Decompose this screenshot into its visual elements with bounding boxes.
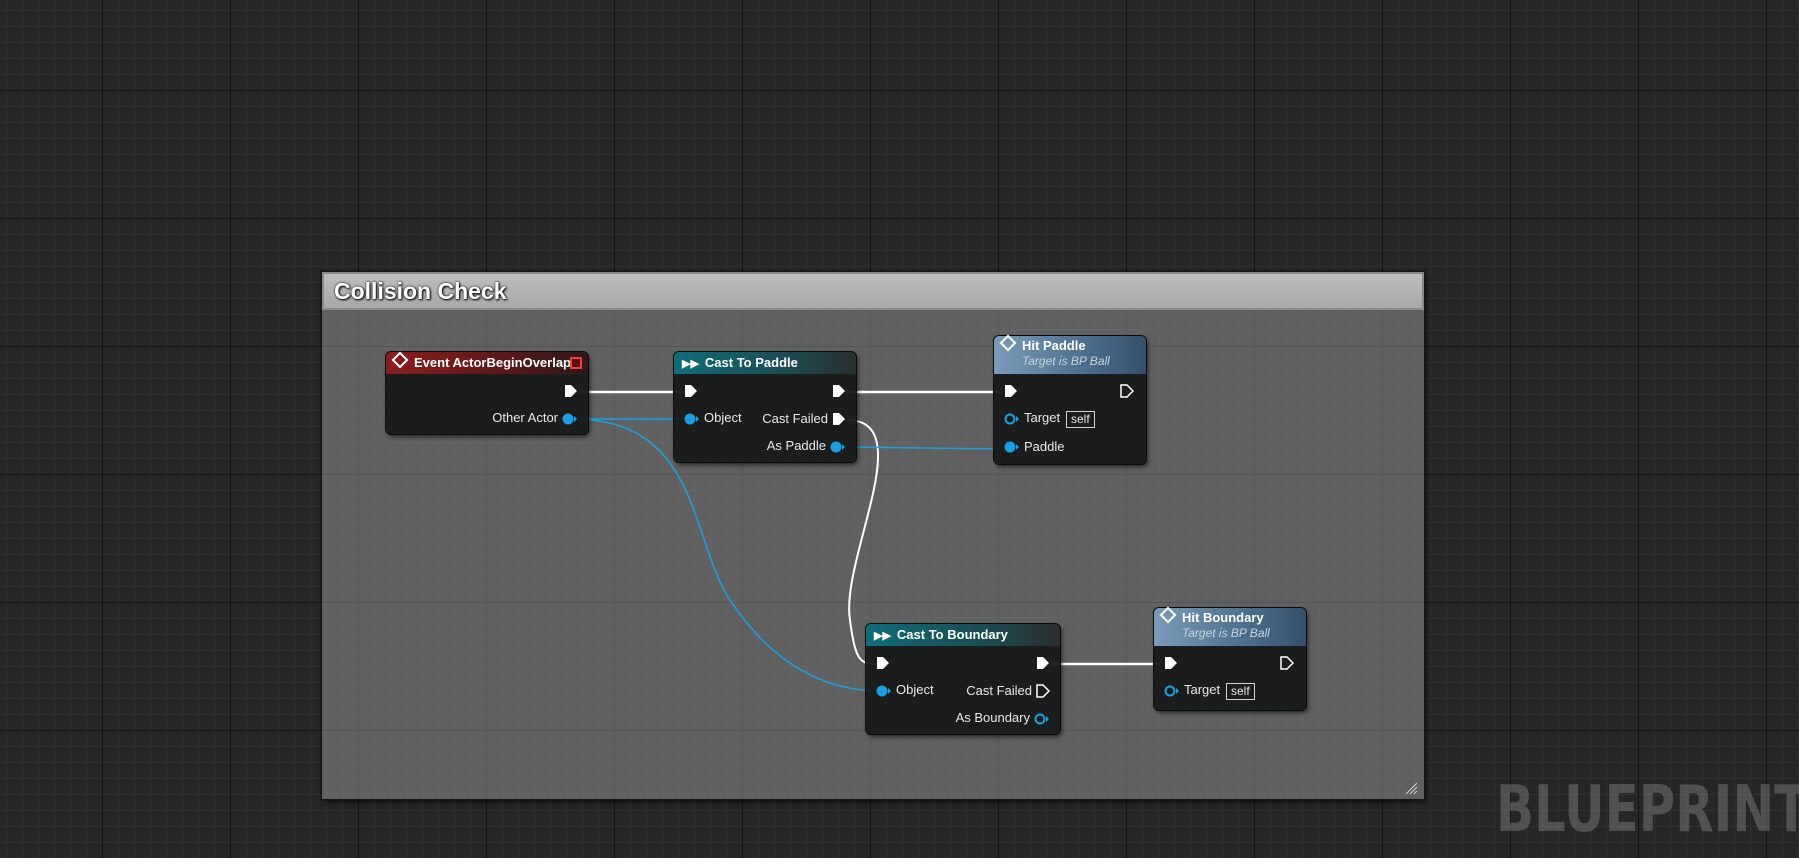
target-in-pin-icon[interactable] (1004, 412, 1020, 426)
node-title: Hit Paddle (1022, 338, 1086, 353)
exec-in-pin-icon[interactable] (1004, 384, 1018, 398)
node-header: Event ActorBeginOverlap (386, 351, 588, 374)
pin-label-paddle: Paddle (1024, 439, 1065, 454)
target-in-pin-icon[interactable] (1164, 684, 1180, 698)
exec-out-pin-icon[interactable] (1036, 656, 1050, 670)
exec-in-pin-icon[interactable] (876, 656, 890, 670)
node-title: Cast To Boundary (896, 627, 1008, 642)
cast-icon: ▶▶ (682, 358, 699, 370)
object-in-pin-icon[interactable] (1004, 440, 1020, 454)
object-in-pin-icon[interactable] (876, 684, 892, 698)
object-wire-as-paddle-to-paddle (842, 446, 1007, 450)
pin-label-cast-failed: Cast Failed (762, 411, 828, 426)
exec-cast-failed-pin-icon[interactable] (832, 412, 846, 426)
exec-out-pin-icon[interactable] (564, 384, 578, 398)
blueprint-watermark: BLUEPRINT (1496, 773, 1799, 847)
pin-label-object: Object (704, 410, 742, 425)
exec-in-pin-icon[interactable] (1164, 656, 1178, 670)
function-icon (1159, 606, 1177, 624)
node-title: Event ActorBeginOverlap (414, 355, 572, 370)
exec-out-pin-icon[interactable] (832, 384, 846, 398)
node-title: Hit Boundary (1182, 610, 1264, 625)
pin-label-cast-failed: Cast Failed (966, 683, 1032, 698)
target-default-value[interactable]: self (1066, 411, 1095, 428)
exec-out-pin-icon[interactable] (1120, 384, 1134, 398)
node-header: Hit Paddle Target is BP Ball (994, 334, 1146, 374)
event-icon (391, 351, 409, 369)
exec-in-pin-icon[interactable] (684, 384, 698, 398)
object-out-pin-icon[interactable] (1034, 712, 1050, 726)
node-hit-boundary[interactable]: Hit Boundary Target is BP Ball Target se… (1154, 606, 1306, 710)
pin-label-target: Target (1024, 410, 1061, 425)
node-subtitle: Target is BP Ball (1182, 626, 1270, 640)
node-hit-paddle[interactable]: Hit Paddle Target is BP Ball Target self… (994, 334, 1146, 464)
node-subtitle: Target is BP Ball (1022, 354, 1110, 368)
node-header: ▶▶ Cast To Boundary (866, 624, 1060, 646)
node-header: ▶▶ Cast To Paddle (674, 352, 856, 374)
node-cast-to-boundary[interactable]: ▶▶ Cast To Boundary Object Cast Failed As… (866, 624, 1060, 734)
cast-icon: ▶▶ (874, 630, 891, 642)
exec-out-pin-icon[interactable] (1280, 656, 1294, 670)
object-in-pin-icon[interactable] (684, 412, 700, 426)
object-out-pin-icon[interactable] (562, 412, 578, 426)
pin-label-as-boundary: As Boundary (955, 710, 1030, 725)
function-icon (999, 334, 1017, 352)
pin-label-other-actor: Other Actor (492, 410, 558, 425)
node-event-actor-begin-overlap[interactable]: Event ActorBeginOverlap Other Actor (386, 351, 588, 434)
target-default-value[interactable]: self (1226, 683, 1255, 700)
node-header: Hit Boundary Target is BP Ball (1154, 606, 1306, 646)
pin-label-object: Object (896, 682, 934, 697)
object-out-pin-icon[interactable] (830, 440, 846, 454)
pin-label-target: Target (1184, 682, 1221, 697)
pin-label-as-paddle: As Paddle (766, 438, 826, 453)
delegate-pin-icon[interactable] (570, 357, 582, 369)
node-cast-to-paddle[interactable]: ▶▶ Cast To Paddle Object Cast Failed As P… (674, 352, 856, 462)
node-title: Cast To Paddle (704, 355, 798, 370)
exec-cast-failed-pin-icon[interactable] (1036, 684, 1050, 698)
